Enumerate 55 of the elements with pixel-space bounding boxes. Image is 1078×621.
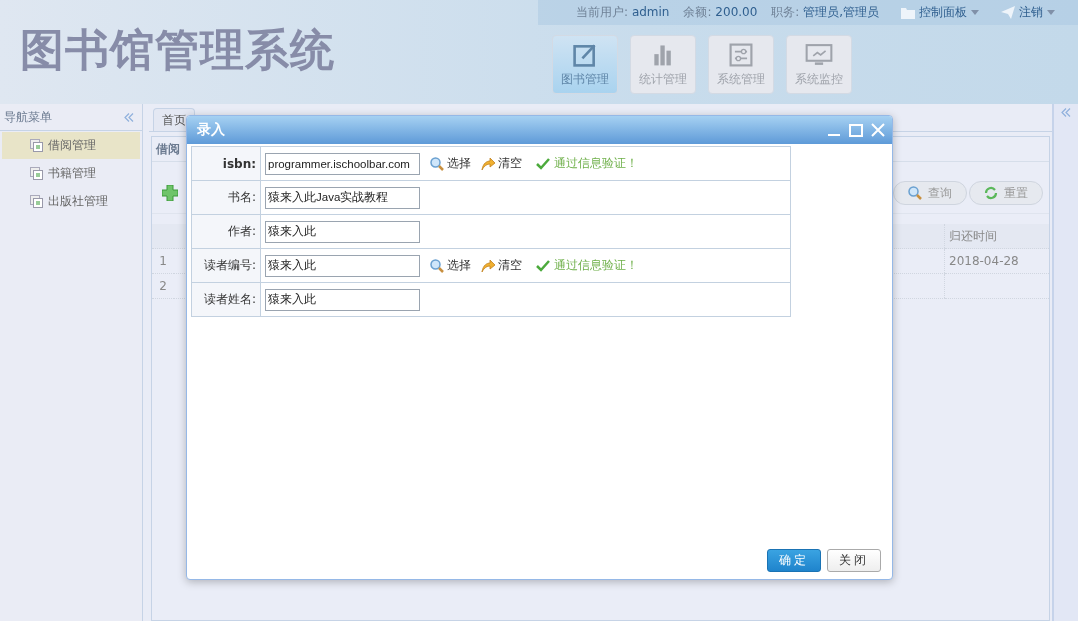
maximize-icon[interactable] (848, 122, 864, 138)
input-field[interactable]: 猿来入此 (265, 288, 420, 311)
refresh-icon (984, 186, 998, 200)
info-label: 当前用户: (576, 5, 629, 19)
field-label: isbn: (191, 146, 261, 181)
monitor-icon (805, 41, 833, 68)
app-logo: 图书馆管理系统 (20, 23, 335, 77)
sidebar-item[interactable]: 出版社管理 (2, 188, 140, 215)
column-header: 归还时间 (944, 224, 1049, 249)
field-label: 读者姓名: (191, 282, 261, 317)
row-number: 2 (152, 273, 174, 299)
caret-icon (971, 10, 980, 15)
row-number: 1 (152, 248, 174, 274)
input-field[interactable]: 猿来入此Java实战教程 (265, 186, 420, 209)
dialog-title: 录入 (197, 121, 225, 139)
select-link[interactable]: 选择 (430, 257, 471, 274)
sidebar-title: 导航菜单 (4, 108, 52, 126)
info-label: 余额: (683, 5, 712, 19)
sliders-icon (727, 41, 755, 68)
redo-arrow-icon (481, 156, 495, 171)
confirm-button[interactable]: 确定 (767, 549, 821, 572)
pages-icon (30, 195, 44, 208)
caret-icon (1047, 10, 1056, 15)
paper-plane-icon (1001, 6, 1016, 19)
info-value: 管理员,管理员 (803, 5, 880, 19)
info-label: 职务: (771, 5, 800, 19)
control-panel-menu[interactable]: 控制面板 (901, 4, 980, 21)
field-label: 书名: (191, 180, 261, 215)
close-icon[interactable] (870, 122, 886, 138)
info-value: 200.00 (715, 5, 758, 19)
add-icon[interactable] (162, 185, 178, 201)
input-field[interactable]: 猿来入此 (265, 220, 420, 243)
search-icon (908, 186, 922, 200)
search-icon (430, 156, 444, 171)
pages-icon (30, 139, 44, 152)
collapse-icon[interactable] (1061, 108, 1071, 117)
table-cell: 2018-04-28 (944, 248, 1049, 274)
check-icon (536, 259, 550, 272)
validation-message: 通过信息验证！ (536, 257, 638, 274)
folder-icon (901, 6, 916, 19)
input-field[interactable]: programmer.ischoolbar.com (265, 152, 420, 175)
field-label: 读者编号: (191, 248, 261, 283)
check-icon (536, 157, 550, 170)
logout-menu[interactable]: 注销 (1001, 4, 1056, 21)
sidebar-item[interactable]: 书籍管理 (2, 160, 140, 187)
info-value: admin (631, 5, 670, 19)
collapse-icon[interactable] (124, 112, 134, 122)
pages-icon (30, 167, 44, 180)
field-label: 作者: (191, 214, 261, 249)
sidebar-item[interactable]: 借阅管理 (2, 132, 140, 159)
redo-arrow-icon (481, 258, 495, 273)
input-field[interactable]: 猿来入此 (265, 254, 420, 277)
clear-link[interactable]: 清空 (481, 257, 522, 274)
close-button[interactable]: 关闭 (827, 549, 881, 572)
search-icon (430, 258, 444, 273)
